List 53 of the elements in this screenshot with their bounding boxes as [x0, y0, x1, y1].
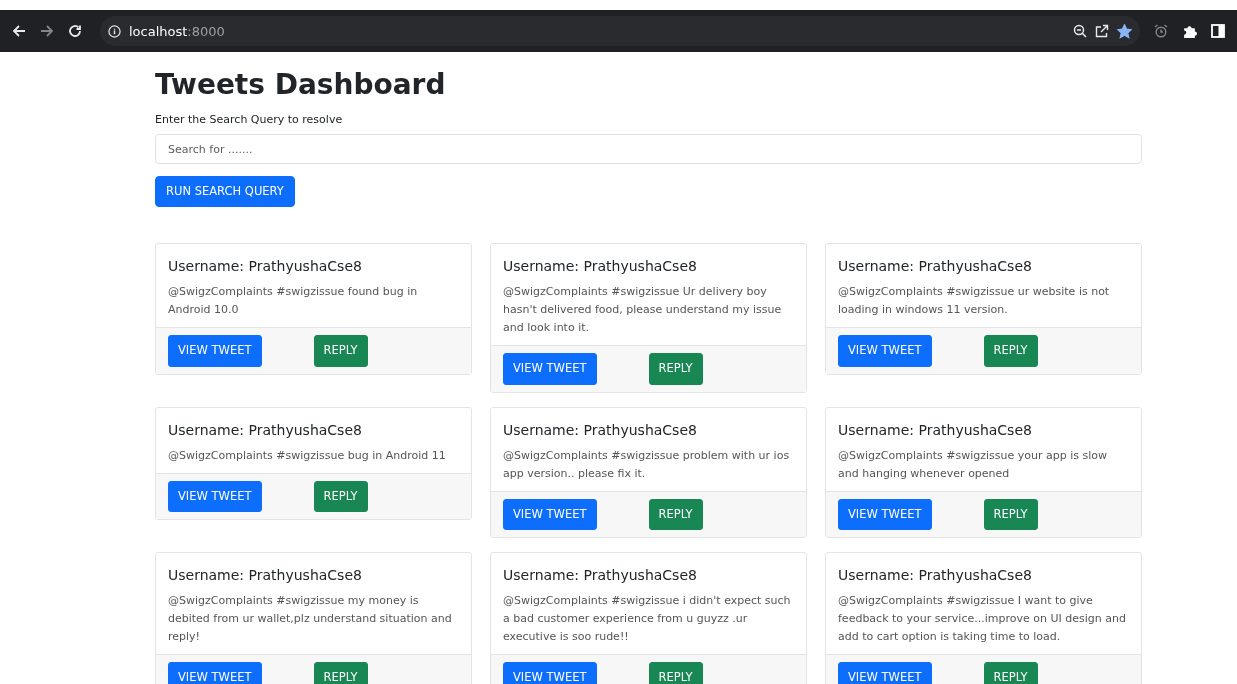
username: Username: PrathyushaCse8: [168, 420, 363, 440]
reply-button[interactable]: REPLY: [983, 498, 1038, 530]
info-icon[interactable]: [108, 24, 121, 38]
tweet-text: @SwigzComplaints #swigzissue I want to give feedback to your service...improve on UI design and add to cart option is taking time to load.: [838, 592, 1127, 645]
page-title: Tweets Dashboard: [155, 68, 447, 102]
reply-button[interactable]: REPLY: [648, 661, 703, 684]
username: Username: PrathyushaCse8: [168, 565, 363, 585]
tweet-text: @SwigzComplaints #swigzissue ur website is not loading in windows 11 version.: [838, 284, 1111, 319]
url-port: :8000: [187, 24, 225, 39]
address-bar[interactable]: localhost:8000: [100, 16, 1140, 46]
tweet-text: @SwigzComplaints #swigzissue my money is debited from ur wallet,plz understand situation and reply!: [168, 592, 453, 645]
view-tweet-button[interactable]: VIEW TWEET: [838, 335, 932, 367]
reply-button[interactable]: REPLY: [313, 661, 368, 684]
tweet-text: @SwigzComplaints #swigzissue your app is slow and hanging whenever opened: [838, 447, 1108, 482]
username: Username: PrathyushaCse8: [838, 565, 1033, 585]
view-tweet-button[interactable]: VIEW TWEET: [503, 661, 597, 684]
search-label: Enter the Search Query to resolve: [155, 111, 344, 128]
view-tweet-button[interactable]: VIEW TWEET: [168, 480, 262, 512]
view-tweet-button[interactable]: VIEW TWEET: [503, 353, 597, 385]
bookmark-star-icon[interactable]: [1117, 23, 1132, 39]
tweet-text: @SwigzComplaints #swigzissue Ur delivery boy hasn't delivered food, please understand my issue and look into it.: [503, 284, 783, 337]
username: Username: PrathyushaCse8: [838, 257, 1033, 277]
tweet-text: @SwigzComplaints #swigzissue found bug in Android 10.0: [168, 284, 419, 319]
username: Username: PrathyushaCse8: [503, 420, 698, 440]
view-tweet-button[interactable]: VIEW TWEET: [168, 661, 262, 684]
reply-button[interactable]: REPLY: [983, 335, 1038, 367]
tweet-text: @SwigzComplaints #swigzissue i didn't expect such a bad customer experience from u guyzz .ur executive is soo rude!!: [503, 592, 792, 645]
username: Username: PrathyushaCse8: [838, 420, 1033, 440]
search-field[interactable]: Search for .......: [155, 134, 1142, 165]
reply-button[interactable]: REPLY: [983, 661, 1038, 684]
alarm-clock-icon[interactable]: [1154, 24, 1168, 38]
puzzle-piece-icon[interactable]: [1182, 23, 1197, 39]
back-icon[interactable]: [12, 24, 26, 38]
url-host: localhost: [129, 24, 188, 39]
username: Username: PrathyushaCse8: [168, 257, 363, 277]
reply-button[interactable]: REPLY: [648, 353, 703, 385]
view-tweet-button[interactable]: VIEW TWEET: [503, 498, 597, 530]
run-search-button[interactable]: RUN SEARCH QUERY: [155, 176, 295, 208]
tweet-text: @SwigzComplaints #swigzissue bug in Android 11: [168, 447, 447, 464]
reload-icon[interactable]: [68, 24, 82, 38]
reply-button[interactable]: REPLY: [648, 498, 703, 530]
reply-button[interactable]: REPLY: [313, 335, 368, 367]
view-tweet-button[interactable]: VIEW TWEET: [168, 335, 262, 367]
username: Username: PrathyushaCse8: [503, 565, 698, 585]
share-icon[interactable]: [1095, 24, 1109, 38]
side-panel-icon[interactable]: [1211, 24, 1225, 38]
tweet-text: @SwigzComplaints #swigzissue problem with ur ios app version.. please fix it.: [503, 447, 791, 482]
view-tweet-button[interactable]: VIEW TWEET: [838, 661, 932, 684]
view-tweet-button[interactable]: VIEW TWEET: [838, 498, 932, 530]
username: Username: PrathyushaCse8: [503, 257, 698, 277]
forward-icon[interactable]: [40, 24, 54, 38]
reply-button[interactable]: REPLY: [313, 480, 368, 512]
zoom-out-icon[interactable]: [1073, 24, 1087, 38]
